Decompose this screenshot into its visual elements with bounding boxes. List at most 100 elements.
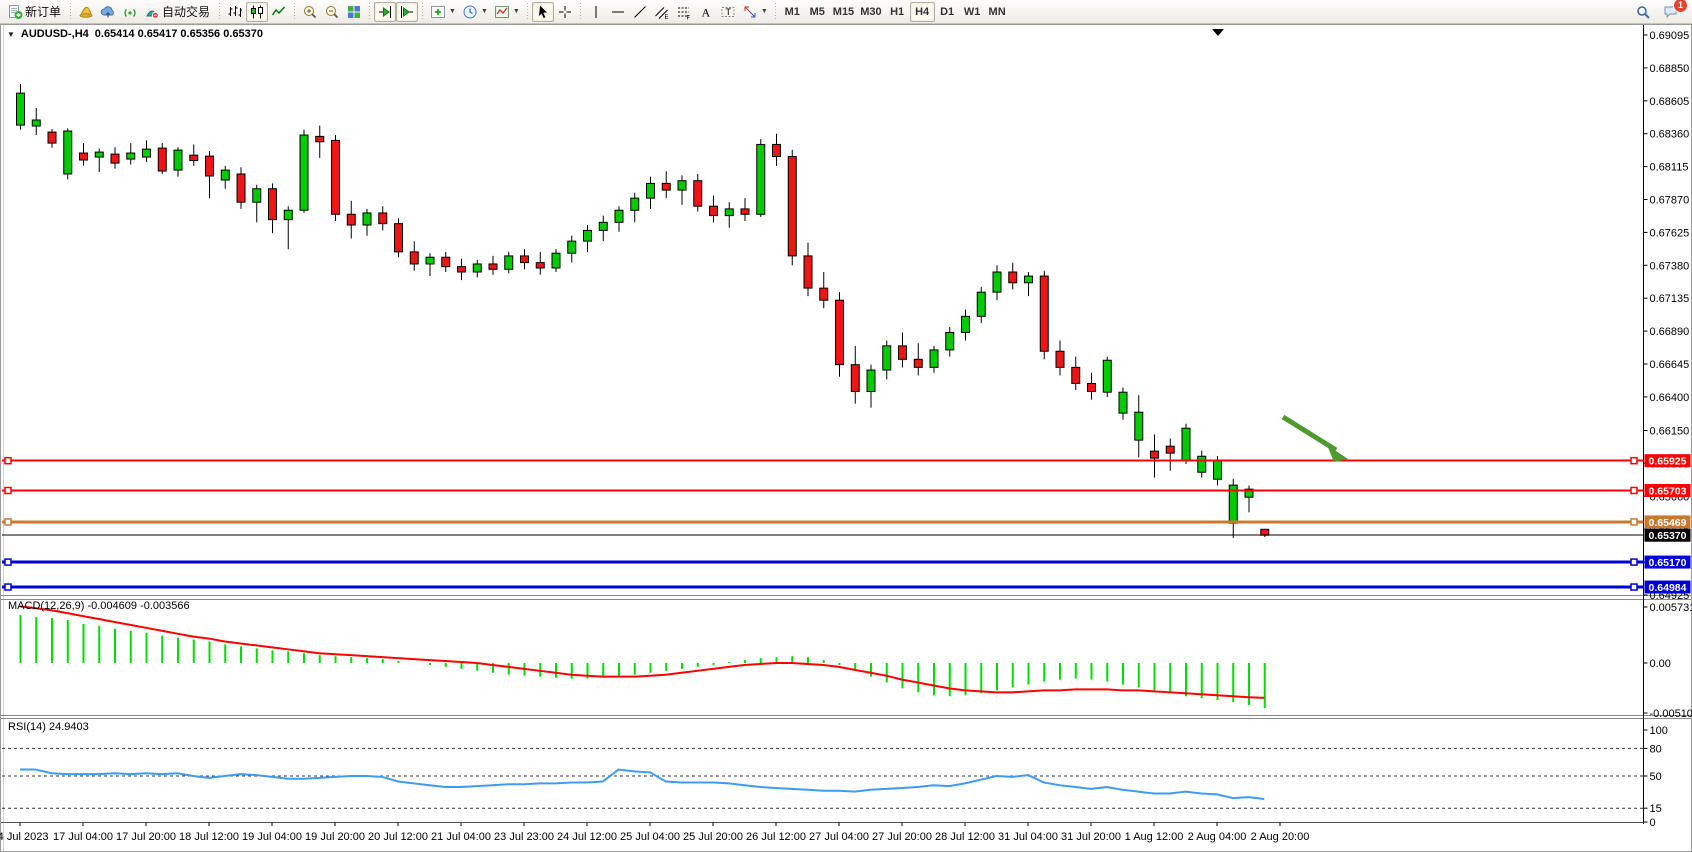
svg-text:18 Jul 12:00: 18 Jul 12:00 <box>179 831 239 843</box>
timeframe-mn-button[interactable]: MN <box>985 2 1010 22</box>
svg-text:20 Jul 12:00: 20 Jul 12:00 <box>368 831 428 843</box>
chevron-down-icon[interactable]: ▼ <box>513 8 520 15</box>
svg-text:19 Jul 04:00: 19 Jul 04:00 <box>242 831 302 843</box>
svg-text:100: 100 <box>1650 725 1668 737</box>
search-icon <box>1635 4 1651 20</box>
timeframe-w1-button[interactable]: W1 <box>960 2 985 22</box>
auto-scroll-button[interactable] <box>374 2 396 22</box>
svg-text:0.65925: 0.65925 <box>1649 456 1687 468</box>
zoom-out-button[interactable] <box>321 2 343 22</box>
line-chart-button[interactable] <box>268 2 290 22</box>
svg-text:19 Jul 20:00: 19 Jul 20:00 <box>305 831 365 843</box>
svg-text:0.65170: 0.65170 <box>1649 557 1687 569</box>
svg-text:0: 0 <box>1650 817 1656 829</box>
templates-button[interactable]: ▼ <box>491 2 523 22</box>
timeframe-m15-button[interactable]: M15 <box>830 2 857 22</box>
candle-chart-button[interactable] <box>246 2 268 22</box>
chevron-down-icon[interactable]: ▼ <box>449 8 456 15</box>
periods-button[interactable]: ▼ <box>459 2 491 22</box>
signals-button[interactable] <box>119 2 141 22</box>
text-button[interactable]: A <box>695 2 717 22</box>
svg-text:15: 15 <box>1650 803 1662 815</box>
arrows-button[interactable]: ▼ <box>739 2 771 22</box>
svg-text:80: 80 <box>1650 743 1662 755</box>
svg-text:F: F <box>686 15 690 20</box>
vline-icon <box>588 4 604 20</box>
svg-text:0.65703: 0.65703 <box>1649 485 1687 497</box>
svg-text:T: T <box>725 7 731 17</box>
clock-icon <box>462 4 478 20</box>
chart-canvas[interactable]: 0.690950.688500.686050.683600.681150.678… <box>0 24 1692 852</box>
new-order-icon <box>7 4 23 20</box>
template-icon <box>494 4 510 20</box>
styler-button[interactable] <box>75 2 97 22</box>
chevron-down-icon[interactable]: ▼ <box>761 8 768 15</box>
svg-text:-0.005102: -0.005102 <box>1650 708 1692 720</box>
hat-icon <box>78 4 94 20</box>
tile-windows-button[interactable] <box>343 2 365 22</box>
fibonacci-button[interactable]: F <box>673 2 695 22</box>
svg-text:50: 50 <box>1650 771 1662 783</box>
rsi-indicator-label: RSI(14) 24.9403 <box>8 721 89 733</box>
toolbar-separator <box>419 3 426 21</box>
toolbar-separator <box>524 3 531 21</box>
svg-text:2 Aug 04:00: 2 Aug 04:00 <box>1188 831 1247 843</box>
toolbar-separator <box>67 3 74 21</box>
svg-text:24 Jul 12:00: 24 Jul 12:00 <box>557 831 617 843</box>
chart-ohlc-values: 0.65414 0.65417 0.65356 0.65370 <box>95 28 263 40</box>
zoom-in-button[interactable] <box>299 2 321 22</box>
svg-text:0.67625: 0.67625 <box>1650 227 1690 239</box>
publisher-button[interactable] <box>97 2 119 22</box>
new-order-button[interactable]: 新订单 <box>4 2 66 22</box>
svg-text:0.66400: 0.66400 <box>1650 392 1690 404</box>
svg-text:0.68605: 0.68605 <box>1650 96 1690 108</box>
macd-indicator-label: MACD(12,26,9) -0.004609 -0.003566 <box>8 600 190 612</box>
svg-text:28 Jul 12:00: 28 Jul 12:00 <box>935 831 995 843</box>
channel-icon: E <box>654 4 670 20</box>
toolbar: 新订单 自动交易 ▼ ▼ ▼ E F A T ▼ M1M5M15M30H1H4D1W1MN 1 <box>0 0 1692 24</box>
auto-trading-button[interactable]: 自动交易 <box>141 2 215 22</box>
indicators-button[interactable]: ▼ <box>427 2 459 22</box>
chart-shift-button[interactable] <box>396 2 418 22</box>
svg-text:23 Jul 23:00: 23 Jul 23:00 <box>494 831 554 843</box>
fibo-icon: F <box>676 4 692 20</box>
trendline-button[interactable] <box>629 2 651 22</box>
chevron-down-icon[interactable]: ▼ <box>481 8 488 15</box>
svg-text:0.68360: 0.68360 <box>1650 129 1690 141</box>
chart-window: 0.690950.688500.686050.683600.681150.678… <box>0 24 1692 852</box>
equidistant-channel-button[interactable]: E <box>651 2 673 22</box>
timeframe-m30-button[interactable]: M30 <box>857 2 884 22</box>
cursor-button[interactable] <box>532 2 554 22</box>
timeframe-m5-button[interactable]: M5 <box>805 2 830 22</box>
vertical-line-button[interactable] <box>585 2 607 22</box>
chart-symbol-period: AUDUSD-,H4 <box>21 28 89 40</box>
chart-menu-triangle-icon[interactable]: ▼ <box>7 30 15 39</box>
chart-shift-icon <box>399 4 415 20</box>
svg-text:0.67135: 0.67135 <box>1650 293 1690 305</box>
timeframe-d1-button[interactable]: D1 <box>935 2 960 22</box>
svg-text:A: A <box>701 5 710 19</box>
chart-frame <box>1 25 1692 852</box>
timeframe-h4-button[interactable]: H4 <box>910 2 935 22</box>
svg-text:0.65370: 0.65370 <box>1649 530 1687 542</box>
svg-text:31 Jul 20:00: 31 Jul 20:00 <box>1061 831 1121 843</box>
bar-chart-button[interactable] <box>224 2 246 22</box>
svg-text:14 Jul 2023: 14 Jul 2023 <box>0 831 48 843</box>
toolbar-right-group: 1 <box>1632 2 1692 22</box>
svg-text:0.00: 0.00 <box>1650 658 1671 670</box>
arrows-icon <box>742 4 758 20</box>
cursor-icon <box>535 4 551 20</box>
svg-text:27 Jul 20:00: 27 Jul 20:00 <box>872 831 932 843</box>
horizontal-line-button[interactable] <box>607 2 629 22</box>
svg-text:E: E <box>664 15 668 20</box>
crosshair-button[interactable] <box>554 2 576 22</box>
text-label-button[interactable]: T <box>717 2 739 22</box>
svg-text:26 Jul 12:00: 26 Jul 12:00 <box>746 831 806 843</box>
timeframe-h1-button[interactable]: H1 <box>885 2 910 22</box>
svg-text:0.64984: 0.64984 <box>1649 582 1687 594</box>
timeframe-m1-button[interactable]: M1 <box>780 2 805 22</box>
label-icon: T <box>720 4 736 20</box>
svg-text:0.66150: 0.66150 <box>1650 425 1690 437</box>
chart-title: ▼ AUDUSD-,H4 0.65414 0.65417 0.65356 0.6… <box>7 28 263 40</box>
search-button[interactable] <box>1632 2 1654 22</box>
